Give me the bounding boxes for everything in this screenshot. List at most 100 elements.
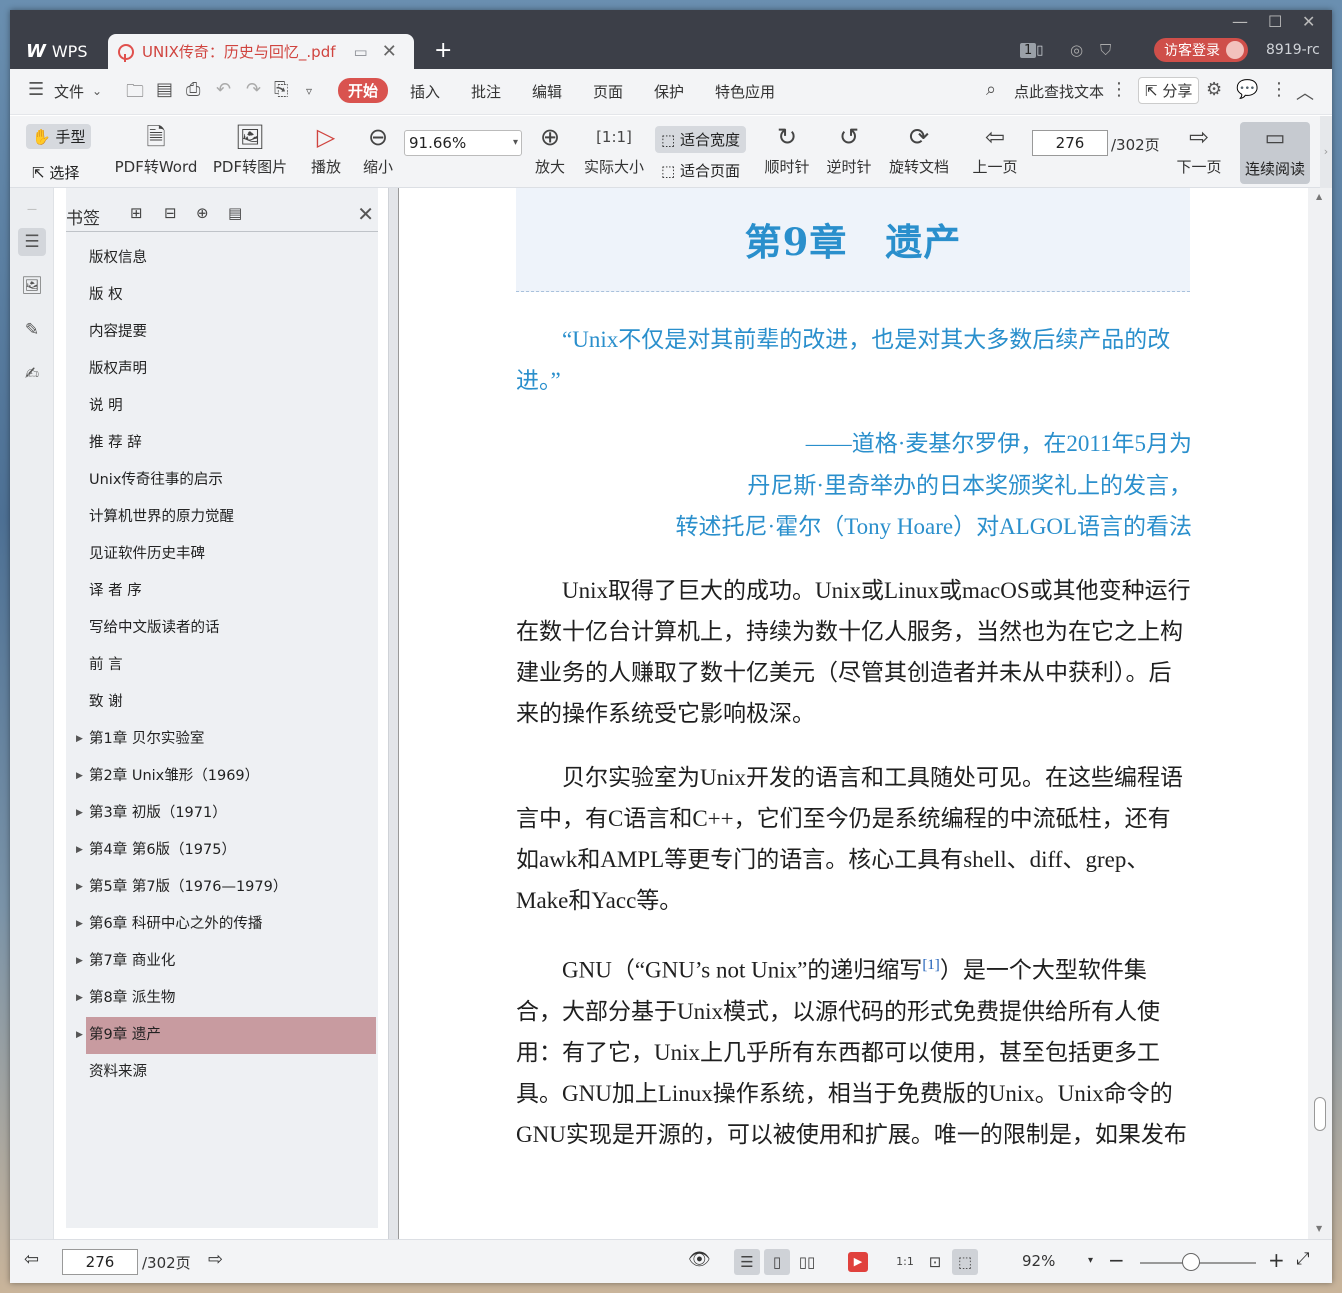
fit-page-button[interactable]: ⬚ 适合页面 <box>661 160 740 181</box>
expand-arrow-icon[interactable]: ▶ <box>76 943 83 980</box>
thumbnail-panel-icon[interactable]: 🖼 <box>18 272 46 300</box>
scrollbar-thumb[interactable] <box>1314 1097 1326 1131</box>
bookmark-item[interactable]: ▶ 第5章 第7版（1976—1979） <box>66 869 378 906</box>
expand-arrow-icon[interactable]: ▶ <box>76 1017 83 1054</box>
maximize-icon[interactable]: ☐ <box>1268 12 1282 31</box>
tab-protect[interactable]: 保护 <box>654 81 684 102</box>
rotate-counterclockwise-button[interactable]: ↺ 逆时针 <box>822 120 876 177</box>
hamburger-icon[interactable]: ☰ <box>28 79 44 100</box>
bookmark-item[interactable]: 说 明 <box>66 388 378 425</box>
expand-arrow-icon[interactable]: ▶ <box>76 758 83 795</box>
bookmark-item[interactable]: ▶ 第3章 初版（1971） <box>66 795 378 832</box>
fit-width-status-icon[interactable]: ⬚ <box>952 1249 978 1275</box>
tab-annotate[interactable]: 批注 <box>471 81 501 102</box>
status-prev-page-icon[interactable]: ⇦ <box>24 1249 39 1270</box>
scroll-up-icon[interactable]: ▲ <box>1316 192 1322 201</box>
zoom-out-button[interactable]: ⊖ 缩小 <box>358 120 398 177</box>
zoom-level-select[interactable]: 91.66% ▾ <box>404 130 522 156</box>
bookmark-item[interactable]: 见证软件历史丰碑 <box>66 536 378 573</box>
expand-arrow-icon[interactable]: ▶ <box>76 980 83 1017</box>
file-menu[interactable]: 文件 <box>54 81 84 102</box>
bookmark-item[interactable]: 写给中文版读者的话 <box>66 610 378 647</box>
status-page-input[interactable]: 276 <box>62 1249 138 1275</box>
print-icon[interactable]: ⎙ <box>186 79 200 100</box>
bookmark-item[interactable]: 译 者 序 <box>66 573 378 610</box>
save-icon[interactable]: ▤ <box>156 79 173 100</box>
expand-arrow-icon[interactable]: ▶ <box>76 721 83 758</box>
more-vertical-icon[interactable]: ⋮ <box>1110 79 1128 100</box>
fit-width-button[interactable]: ⬚ 适合宽度 <box>655 126 746 153</box>
skin-icon[interactable]: ◎ <box>1070 38 1083 62</box>
single-page-view-icon[interactable]: ▯ <box>764 1249 790 1275</box>
zoom-minus-icon[interactable]: − <box>1108 1248 1125 1272</box>
shirt-icon[interactable]: ⛉ <box>1100 38 1111 62</box>
tab-features[interactable]: 特色应用 <box>715 81 775 102</box>
pdf-to-image-button[interactable]: 🖼 PDF转图片 <box>208 120 292 177</box>
rotate-document-button[interactable]: ⟳ 旋转文档 <box>886 120 952 177</box>
expand-all-icon[interactable]: ⊞ <box>130 204 143 222</box>
bookmark-list-icon[interactable]: ▤ <box>228 204 242 222</box>
comment-icon[interactable]: 💬 <box>1236 79 1258 100</box>
settings-gear-icon[interactable]: ⚙ <box>1206 79 1222 100</box>
share-button[interactable]: ⇱ 分享 <box>1138 77 1200 104</box>
bookmark-item[interactable]: Unix传奇往事的启示 <box>66 462 378 499</box>
open-folder-icon[interactable]: 🗀 <box>126 79 144 109</box>
hand-tool-button[interactable]: ✋ 手型 <box>26 124 92 149</box>
bookmark-item[interactable]: 版 权 <box>66 277 378 314</box>
annotation-panel-icon[interactable]: ✎ <box>18 316 46 344</box>
new-tab-button[interactable]: + <box>434 38 452 63</box>
collapse-ribbon-icon[interactable]: ︿ <box>1296 79 1314 105</box>
export-icon[interactable]: ⎘ <box>274 79 288 100</box>
chevron-down-icon[interactable]: ⌄ <box>92 84 102 98</box>
scroll-down-icon[interactable]: ▼ <box>1316 1224 1322 1233</box>
next-page-button[interactable]: ⇨ 下一页 <box>1172 120 1226 177</box>
search-text-button[interactable]: 点此查找文本 <box>1014 81 1104 102</box>
bookmark-item[interactable]: 资料来源 <box>66 1054 378 1091</box>
bookmark-item[interactable]: 致 谢 <box>66 684 378 721</box>
previous-page-button[interactable]: ⇦ 上一页 <box>968 120 1022 177</box>
pdf-to-word-button[interactable]: 🗎 PDF转Word <box>114 120 198 177</box>
two-page-view-icon[interactable]: ▯▯ <box>794 1249 820 1275</box>
bookmark-item[interactable]: ▶ 第7章 商业化 <box>66 943 378 980</box>
bookmark-item[interactable]: 版权信息 <box>66 240 378 277</box>
actual-size-status-icon[interactable]: 1:1 <box>892 1249 918 1275</box>
zoom-percent[interactable]: 92% <box>1022 1252 1055 1270</box>
eye-protection-icon[interactable]: 👁 <box>688 1249 711 1270</box>
zoom-dropdown-icon[interactable]: ▾ <box>1088 1255 1093 1266</box>
tab-insert[interactable]: 插入 <box>410 81 440 102</box>
bookmark-item[interactable]: 前 言 <box>66 647 378 684</box>
tab-close-icon[interactable]: ✕ <box>382 41 397 62</box>
bookmark-item[interactable]: 推 荐 辞 <box>66 425 378 462</box>
search-icon[interactable]: ⌕ <box>986 79 996 100</box>
bookmark-item[interactable]: ▶ 第9章 遗产 <box>76 1017 376 1054</box>
fit-page-status-icon[interactable]: ⊡ <box>922 1249 948 1275</box>
status-next-page-icon[interactable]: ⇨ <box>208 1249 223 1270</box>
bookmark-item[interactable]: 内容提要 <box>66 314 378 351</box>
expand-arrow-icon[interactable]: ▶ <box>76 795 83 832</box>
fullscreen-icon[interactable]: ⤢ <box>1296 1249 1310 1269</box>
undo-icon[interactable]: ↶ <box>216 79 231 100</box>
minimize-icon[interactable]: — <box>1232 12 1248 31</box>
expand-arrow-icon[interactable]: ▶ <box>76 832 83 869</box>
ribbon-scroll-right-icon[interactable]: › <box>1320 116 1332 188</box>
close-panel-icon[interactable]: ✕ <box>357 202 374 226</box>
bookmark-item[interactable]: ▶ 第1章 贝尔实验室 <box>66 721 378 758</box>
bookmark-item[interactable]: ▶ 第4章 第6版（1975） <box>66 832 378 869</box>
zoom-plus-icon[interactable]: + <box>1268 1248 1285 1272</box>
bookmark-item[interactable]: ▶ 第6章 科研中心之外的传播 <box>66 906 378 943</box>
more-dropdown-icon[interactable]: ▿ <box>306 84 312 98</box>
bookmark-item[interactable]: 计算机世界的原力觉醒 <box>66 499 378 536</box>
rotate-clockwise-button[interactable]: ↻ 顺时针 <box>760 120 814 177</box>
panel-splitter[interactable] <box>388 188 398 1239</box>
vertical-scrollbar[interactable]: ▲ ▼ <box>1308 188 1332 1239</box>
add-bookmark-icon[interactable]: ⊕ <box>196 204 209 222</box>
document-tab[interactable]: UNIX传奇：历史与回忆_.pdf ▭ ✕ <box>108 34 414 69</box>
tab-edit[interactable]: 编辑 <box>532 81 562 102</box>
bookmark-item[interactable]: 版权声明 <box>66 351 378 388</box>
expand-arrow-icon[interactable]: ▶ <box>76 869 83 906</box>
redo-icon[interactable]: ↷ <box>246 79 261 100</box>
continuous-view-icon[interactable]: ☰ <box>734 1249 760 1275</box>
zoom-slider-knob[interactable] <box>1182 1253 1200 1271</box>
play-button[interactable]: ▷ 播放 <box>306 120 346 177</box>
tab-pin-icon[interactable]: ▭ <box>354 43 368 61</box>
